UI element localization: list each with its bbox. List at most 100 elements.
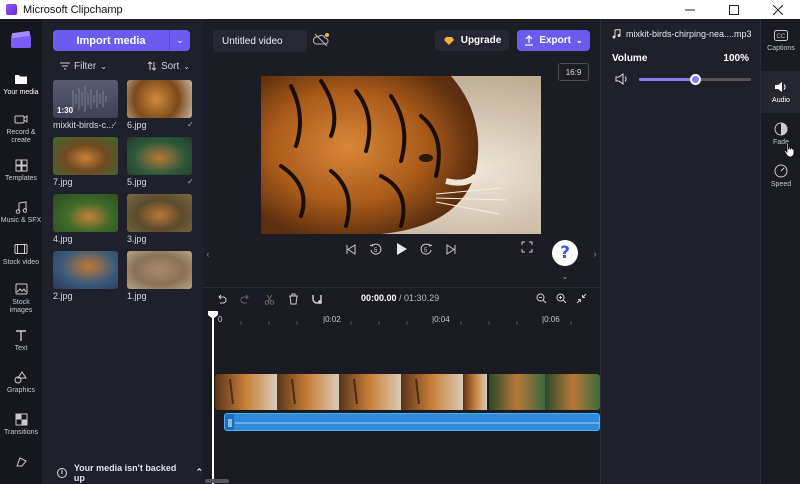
filter-button[interactable]: Filter ⌄ [60,59,107,73]
nav-your-media[interactable]: Your media [0,71,42,111]
media-item-label: 1.jpg [127,291,147,301]
volume-slider-knob[interactable] [690,74,701,85]
collapse-right-button[interactable]: › [590,234,600,274]
tab-captions[interactable]: CC Captions [761,19,800,61]
minimize-button[interactable] [668,0,712,19]
sort-button[interactable]: Sort ⌄ [147,59,190,73]
zoom-in-button[interactable] [554,291,568,305]
media-item-label: mixkit-birds-c... [53,120,114,130]
speaker-icon[interactable] [615,73,629,85]
play-icon [397,243,407,255]
split-button[interactable] [262,292,276,306]
chevron-down-icon: ⌄ [176,35,184,45]
video-track[interactable] [215,374,600,410]
export-button[interactable]: Export ⌄ [517,30,590,51]
title-bar: Microsoft Clipchamp [0,0,800,19]
nav-music-sfx[interactable]: Music & SFX [0,199,42,239]
media-item-image[interactable] [127,194,192,232]
import-media-button[interactable]: Import media [53,30,169,51]
nav-label: Stock video [2,259,40,266]
tab-label: Audio [772,97,790,104]
templates-icon [13,157,29,173]
skip-back-button[interactable] [343,241,359,257]
maximize-button[interactable] [712,0,756,19]
skip-forward-icon [446,243,456,255]
media-item-label: 2.jpg [53,291,73,301]
nav-record-create[interactable]: Record & create [0,111,42,151]
current-time: 00:00.00 [361,293,397,303]
upload-icon [525,35,534,46]
undo-button[interactable] [214,292,228,306]
svg-text:5: 5 [374,248,378,254]
media-item-image[interactable] [127,251,192,289]
selected-file: mixkit-birds-chirping-nea....mp3 [612,29,757,39]
camera-icon [13,111,29,127]
media-item-image[interactable] [53,194,118,232]
media-item-label: 5.jpg [127,177,147,187]
media-item-image[interactable] [53,251,118,289]
time-ruler[interactable]: 0 |0:02 |0:04 |0:06 [203,312,600,328]
project-title-input[interactable]: Untitled video [213,30,307,52]
media-item-audio[interactable]: 1:30 [53,80,118,118]
audio-track[interactable] [224,413,600,431]
chevron-down-icon[interactable]: ⌄ [557,272,573,282]
backup-notice[interactable]: i Your media isn't backed up ⌃ [42,461,203,484]
nav-stock-video[interactable]: Stock video [0,241,42,281]
filter-sort-row: Filter ⌄ Sort ⌄ [60,59,190,73]
clipchamp-logo-icon [11,31,31,48]
help-button[interactable]: ? [552,240,578,266]
fullscreen-button[interactable] [521,241,537,257]
zoom-out-icon [536,293,546,303]
redo-button[interactable] [238,292,252,306]
checkmark-icon: ✓ [187,120,194,129]
undo-icon [217,294,226,304]
music-icon [13,199,29,215]
checkmark-icon: ✓ [111,120,118,129]
rewind-5s-button[interactable]: 5 [368,241,384,257]
chevron-down-icon: ⌄ [100,61,107,71]
upgrade-button[interactable]: Upgrade [435,30,509,51]
forward-icon: 5 [420,243,433,255]
play-button[interactable] [393,241,409,257]
forward-5s-button[interactable]: 5 [418,241,434,257]
tab-speed[interactable]: Speed [761,155,800,197]
minimize-icon [685,9,695,10]
redo-icon [240,294,249,304]
nav-brand-kit[interactable] [0,453,42,484]
playhead[interactable] [212,316,214,484]
filter-icon [60,62,70,70]
nav-graphics[interactable]: Graphics [0,369,42,409]
media-item-image[interactable] [127,80,192,118]
aspect-ratio-button[interactable]: 16:9 [558,63,589,81]
media-item-label: 4.jpg [53,234,73,244]
fit-timeline-button[interactable] [574,291,588,305]
chevron-down-icon: ⌄ [575,36,583,45]
delete-button[interactable] [286,292,300,306]
nav-text[interactable]: Text [0,327,42,367]
nav-templates[interactable]: Templates [0,157,42,197]
tab-audio[interactable]: Audio [761,71,800,113]
nav-stock-images[interactable]: Stock images [0,281,42,321]
timeline-scrollbar[interactable] [205,479,229,483]
nav-transitions[interactable]: Transitions [0,411,42,451]
volume-slider-fill [639,78,695,81]
info-icon: i [57,467,67,478]
volume-slider[interactable] [639,74,751,85]
tick-label: |0:04 [432,315,450,324]
skip-forward-button[interactable] [443,241,459,257]
media-item-image[interactable] [53,137,118,175]
zoom-out-button[interactable] [534,291,548,305]
nav-label: Music & SFX [0,217,42,224]
import-options-button[interactable]: ⌄ [169,30,190,51]
tiger-preview-image [261,76,541,234]
media-item-label: 7.jpg [53,177,73,187]
video-clip-frames [215,374,600,410]
media-item-image[interactable] [127,137,192,175]
collapse-left-button[interactable]: ‹ [203,234,213,274]
close-button[interactable] [756,0,800,19]
app-icon [6,4,17,15]
snap-button[interactable] [310,292,324,306]
audio-icon [774,80,788,94]
skip-back-icon [346,243,356,255]
audio-waveform [235,422,599,424]
